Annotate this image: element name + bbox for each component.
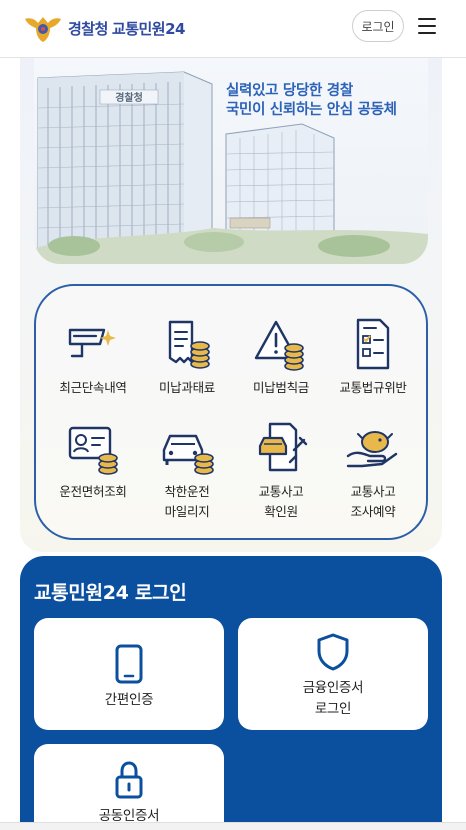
bottom-edge xyxy=(0,822,466,830)
service-label-line1: 교통사고 xyxy=(258,484,304,499)
service-label: 미납범칙금 xyxy=(252,380,309,395)
unpaid-fine-warning-icon xyxy=(254,320,304,371)
service-name: 교통민원24 xyxy=(111,19,186,38)
service-unpaid-fee[interactable]: 미납과태료 xyxy=(139,316,235,398)
license-card-icon xyxy=(68,426,118,475)
app-header: 경찰청 교통민원24 로그인 xyxy=(0,0,466,58)
login-section: 교통민원24 로그인 간편인증 금융인증서 로그인 공동인증서 xyxy=(20,556,442,830)
hero-tagline: 실력있고 당당한 경찰 국민이 신뢰하는 안심 공동체 xyxy=(226,82,426,120)
service-accident-certificate[interactable]: 교통사고 확인원 xyxy=(233,420,329,522)
simple-auth-label: 간편인증 xyxy=(104,692,154,708)
service-label: 착한운전 마일리지 xyxy=(139,482,235,522)
service-label: 운전면허조회 xyxy=(59,484,127,499)
service-safe-driving-mileage[interactable]: 착한운전 마일리지 xyxy=(139,420,235,522)
service-label-line1: 착한운전 xyxy=(164,484,210,499)
service-label: 미납과태료 xyxy=(158,380,215,395)
service-recent-enforcement[interactable]: 최근단속내역 xyxy=(45,316,141,398)
simple-auth-button[interactable]: 간편인증 xyxy=(34,618,224,730)
service-unpaid-fine[interactable]: 미납범칙금 xyxy=(233,316,329,398)
speed-camera-icon xyxy=(68,328,116,358)
building-sign: 경찰청 xyxy=(115,91,143,104)
safe-driving-car-icon xyxy=(162,434,214,475)
service-label-line2: 마일리지 xyxy=(164,504,210,519)
hero-tagline-line1: 실력있고 당당한 경찰 xyxy=(226,83,353,99)
hamburger-menu-icon[interactable] xyxy=(416,14,440,38)
financial-cert-label: 금융인증서 로그인 xyxy=(238,678,428,720)
joint-cert-login-button[interactable]: 공동인증서 xyxy=(34,744,224,830)
service-label: 교통사고 확인원 xyxy=(233,482,329,522)
service-accident-appointment[interactable]: 교통사고 조사예약 xyxy=(325,420,421,522)
financial-cert-login-button[interactable]: 금융인증서 로그인 xyxy=(238,618,428,730)
mobile-phone-icon xyxy=(115,644,143,684)
service-label: 최근단속내역 xyxy=(59,380,127,395)
header-login-button[interactable]: 로그인 xyxy=(352,10,404,42)
traffic-violation-document-icon xyxy=(356,318,390,370)
service-license-lookup[interactable]: 운전면허조회 xyxy=(45,420,141,502)
home-logo-link[interactable]: 경찰청 교통민원24 xyxy=(24,12,185,44)
org-name: 경찰청 xyxy=(68,19,108,38)
quick-services-panel: 최근단속내역 미납과태료 미납범칙금 교통법규위반 운전면허조회 착한운전 마일… xyxy=(34,284,428,540)
accident-certificate-icon xyxy=(258,422,308,472)
login-section-title: 교통민원24 로그인 xyxy=(34,582,187,604)
financial-cert-label-line2: 로그인 xyxy=(314,701,352,717)
service-label: 교통사고 조사예약 xyxy=(325,482,421,522)
police-emblem-icon xyxy=(25,17,61,42)
accident-appointment-icon xyxy=(346,431,398,468)
shield-icon xyxy=(317,633,349,671)
service-label: 교통법규위반 xyxy=(339,380,407,395)
financial-cert-label-line1: 금융인증서 xyxy=(302,680,364,696)
hero-tagline-line2: 국민이 신뢰하는 안심 공동체 xyxy=(226,102,397,118)
service-label-line2: 확인원 xyxy=(264,504,298,519)
service-label-line1: 교통사고 xyxy=(350,484,396,499)
service-traffic-violation[interactable]: 교통법규위반 xyxy=(325,316,421,398)
unpaid-fee-receipt-icon xyxy=(168,320,210,369)
lock-icon xyxy=(115,761,143,799)
service-label-line2: 조사예약 xyxy=(350,504,396,519)
